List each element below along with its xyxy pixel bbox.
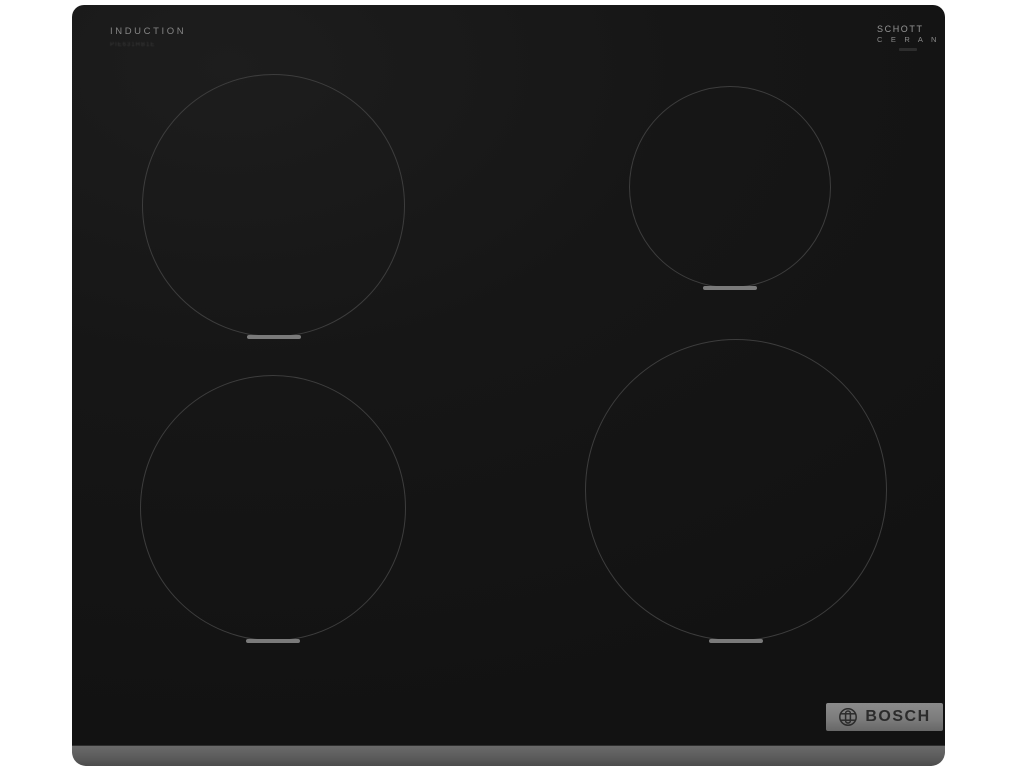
induction-label: INDUCTION (110, 26, 186, 37)
schott-label: SCHOTT (877, 24, 940, 34)
bosch-logo-band: BOSCH (826, 703, 943, 731)
ceran-fine-print (899, 48, 917, 51)
cooking-zone-back-left (142, 74, 405, 337)
product-photo: INDUCTION PIE631HB1E SCHOTT C E R A N On (0, 0, 1024, 768)
induction-hob: INDUCTION PIE631HB1E SCHOTT C E R A N On (72, 5, 945, 766)
touch-control-panel: On hold boost 35 0 0 6 ☆ mi (72, 635, 945, 745)
top-left-branding: INDUCTION PIE631HB1E (110, 26, 186, 48)
schott-ceran-branding: SCHOTT C E R A N (877, 24, 940, 51)
zone-tick-mark (247, 335, 301, 339)
front-trim (72, 745, 945, 766)
bosch-logo-text: BOSCH (865, 708, 930, 726)
model-number: PIE631HB1E (110, 42, 186, 48)
cooking-zone-back-right (629, 86, 831, 288)
zone-tick-mark (703, 286, 757, 290)
bosch-anchor-icon (838, 707, 858, 727)
cooking-zone-front-right (585, 339, 887, 641)
cooking-zone-front-left (140, 375, 406, 641)
ceran-label: C E R A N (877, 35, 940, 44)
